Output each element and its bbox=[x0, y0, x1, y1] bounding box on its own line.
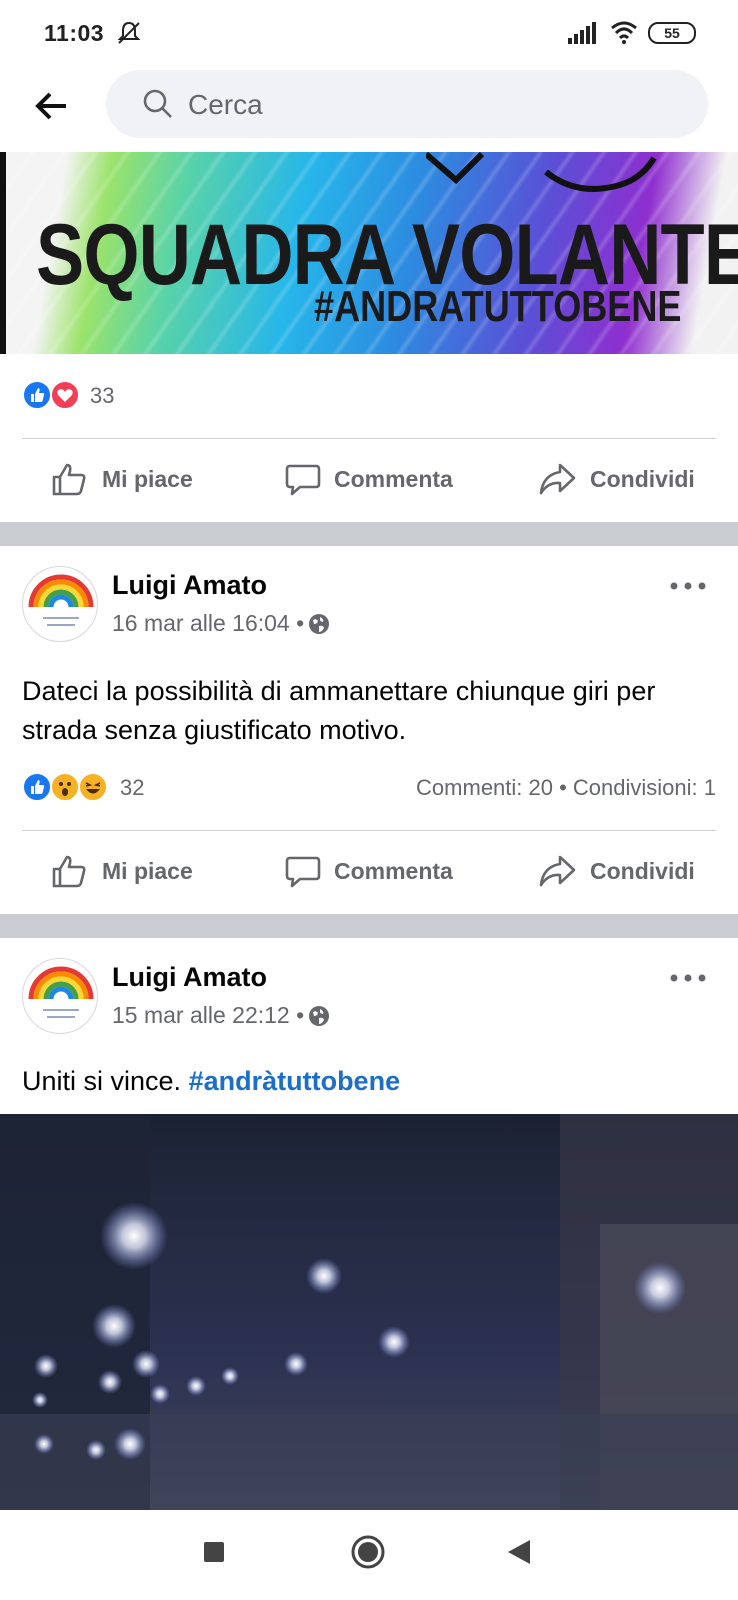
comment-button[interactable]: Commenta bbox=[284, 832, 474, 912]
like-reaction-icon bbox=[22, 772, 52, 802]
post-text: Uniti si vince. #andràtuttobene bbox=[22, 1062, 722, 1101]
more-options-icon[interactable] bbox=[668, 576, 708, 596]
post-separator bbox=[0, 914, 738, 938]
avatar[interactable] bbox=[22, 958, 98, 1034]
post-timestamp[interactable]: 16 mar alle 16:04 • bbox=[112, 610, 330, 637]
post2-actions: Mi piace Commenta Condividi bbox=[0, 832, 738, 912]
author-name[interactable]: Luigi Amato bbox=[112, 962, 267, 993]
rainbow-avatar-image bbox=[28, 574, 94, 626]
post1-actions: Mi piace Commenta Condividi bbox=[0, 440, 738, 520]
share-label: Condividi bbox=[590, 858, 695, 884]
globe-icon bbox=[309, 614, 330, 634]
like-label: Mi piace bbox=[102, 858, 193, 884]
globe-icon bbox=[309, 1006, 330, 1026]
post2-reactions[interactable]: 32 Commenti: 20 • Condivisioni: 1 bbox=[0, 772, 738, 812]
comment-bubble-icon bbox=[285, 856, 321, 888]
status-time: 11:03 bbox=[44, 20, 105, 46]
thumbs-up-icon bbox=[52, 463, 86, 496]
like-button[interactable]: Mi piace bbox=[50, 832, 220, 912]
wow-reaction-icon bbox=[50, 772, 80, 802]
like-label: Mi piace bbox=[102, 466, 193, 492]
banner-hashtag: #ANDRATUTTOBENE bbox=[314, 282, 682, 331]
search-header: Cerca bbox=[0, 66, 738, 152]
hashtag-link[interactable]: #andràtuttobene bbox=[189, 1066, 401, 1096]
haha-reaction-icon bbox=[78, 772, 108, 802]
share-arrow-icon bbox=[539, 855, 576, 887]
search-input[interactable]: Cerca bbox=[106, 70, 708, 138]
like-button[interactable]: Mi piace bbox=[50, 440, 220, 520]
post2-header: Luigi Amato 16 mar alle 16:04 • bbox=[0, 566, 738, 650]
author-name[interactable]: Luigi Amato bbox=[112, 570, 267, 601]
comment-label: Commenta bbox=[334, 466, 453, 492]
search-icon bbox=[143, 89, 172, 118]
post-separator bbox=[0, 522, 738, 546]
more-options-icon[interactable] bbox=[668, 968, 708, 988]
reaction-count: 32 bbox=[120, 775, 145, 800]
post1-reactions[interactable]: 33 bbox=[0, 380, 738, 420]
share-button[interactable]: Condividi bbox=[538, 832, 708, 912]
recent-apps-button[interactable] bbox=[202, 1540, 226, 1564]
wifi-icon bbox=[611, 21, 637, 44]
comment-button[interactable]: Commenta bbox=[284, 440, 474, 520]
post-image-banner[interactable]: SQUADRA VOLANTE #ANDRATUTTOBENE bbox=[0, 152, 738, 354]
muted-bell-icon bbox=[117, 21, 141, 44]
love-reaction-icon bbox=[50, 380, 80, 410]
divider bbox=[22, 830, 716, 831]
post-timestamp[interactable]: 15 mar alle 22:12 • bbox=[112, 1002, 330, 1029]
like-reaction-icon bbox=[22, 380, 52, 410]
share-arrow-icon bbox=[539, 463, 576, 495]
back-arrow-icon[interactable] bbox=[32, 86, 72, 126]
share-label: Condividi bbox=[590, 466, 695, 492]
battery-indicator: 55 bbox=[648, 22, 696, 44]
share-button[interactable]: Condividi bbox=[538, 440, 708, 520]
back-button[interactable] bbox=[506, 1538, 532, 1566]
post-photo[interactable] bbox=[0, 1114, 738, 1510]
home-button[interactable] bbox=[350, 1534, 386, 1570]
status-bar: 11:03 55 bbox=[0, 0, 738, 66]
night-street-scene bbox=[0, 1114, 738, 1510]
system-navigation-bar bbox=[0, 1510, 738, 1600]
bird-doodle bbox=[426, 152, 657, 192]
avatar[interactable] bbox=[22, 566, 98, 642]
timestamp-text: 15 mar alle 22:12 • bbox=[112, 1002, 305, 1028]
post3-header: Luigi Amato 15 mar alle 22:12 • bbox=[0, 958, 738, 1042]
signal-icon bbox=[568, 22, 596, 44]
post-text: Dateci la possibilità di ammanettare chi… bbox=[22, 676, 656, 745]
rainbow-avatar-image bbox=[28, 966, 94, 1018]
comment-bubble-icon bbox=[285, 464, 321, 496]
comments-shares-count[interactable]: Commenti: 20 • Condivisioni: 1 bbox=[416, 775, 716, 801]
comment-label: Commenta bbox=[334, 858, 453, 884]
divider bbox=[22, 438, 716, 439]
thumbs-up-icon bbox=[52, 855, 86, 888]
post-text-body: Uniti si vince. bbox=[22, 1066, 182, 1096]
reaction-count: 33 bbox=[90, 383, 115, 408]
search-placeholder: Cerca bbox=[188, 89, 263, 120]
timestamp-text: 16 mar alle 16:04 • bbox=[112, 610, 305, 636]
